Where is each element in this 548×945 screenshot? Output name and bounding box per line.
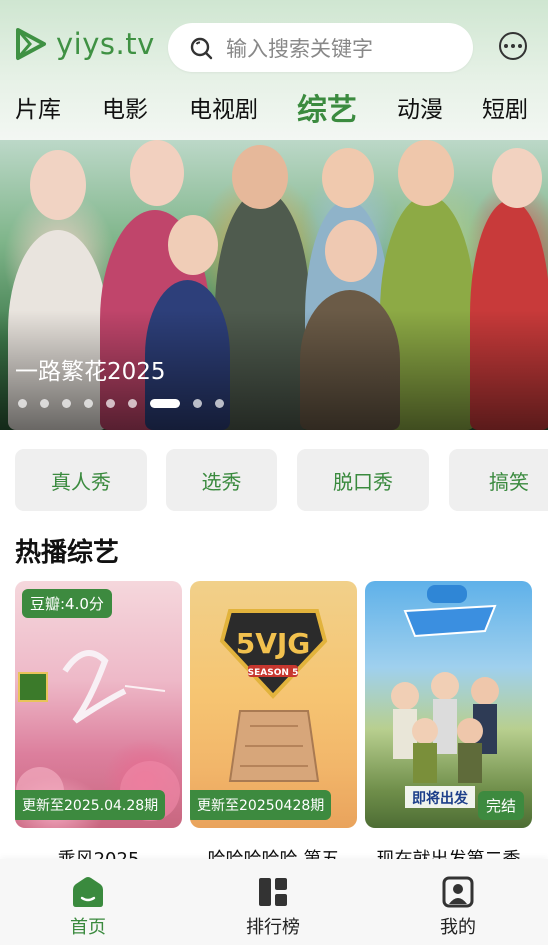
more-options-icon[interactable] [499,32,527,60]
carousel-dot[interactable] [106,399,115,408]
search-placeholder: 输入搜索关键字 [226,36,373,61]
show-card[interactable]: 5VJG SEASON 5 更新至20250428期 哈哈哈哈哈 第五 [190,581,357,870]
app-header: yiys.tv 输入搜索关键字 片库 电影 电视剧 综艺 动漫 短剧 [0,0,548,140]
svg-text:即将出发: 即将出发 [412,790,469,807]
nav-ranking[interactable]: 排行榜 [223,875,323,939]
update-status-badge: 更新至20250428期 [190,790,332,820]
show-card[interactable]: 即将出发 完结 现在就出发第二季 [365,581,532,870]
chip-comedy[interactable]: 搞笑 [449,449,548,511]
tab-variety[interactable]: 综艺 [297,85,357,129]
carousel-dot[interactable] [215,399,224,408]
nav-ranking-label: 排行榜 [246,917,300,938]
nav-profile[interactable]: 我的 [408,875,508,939]
completed-badge: 完结 [477,791,524,820]
tab-short-drama[interactable]: 短剧 [482,90,528,124]
svg-text:SEASON 5: SEASON 5 [248,668,299,678]
svg-text:5VJG: 5VJG [236,627,311,660]
rating-badge: 豆瓣:4.0分 [22,589,112,618]
nav-home[interactable]: 首页 [38,875,138,939]
tab-library[interactable]: 片库 [15,90,61,124]
carousel-indicator [18,399,224,408]
category-tabs: 片库 电影 电视剧 综艺 动漫 短剧 [0,90,548,132]
logo-text: yiys.tv [56,27,155,61]
logo[interactable]: yiys.tv [12,26,155,62]
carousel-dot[interactable] [18,399,27,408]
update-status-badge: 更新至2025.04.28期 [15,790,166,820]
banner-title: 一路繁花2025 [15,359,166,385]
carousel-dot-active[interactable] [150,399,180,408]
carousel-dot[interactable] [62,399,71,408]
poster-image: 豆瓣:4.0分 更新至2025.04.28期 [15,581,182,828]
poster-image: 5VJG SEASON 5 更新至20250428期 [190,581,357,828]
nav-profile-label: 我的 [440,917,476,938]
home-icon [73,877,103,907]
play-logo-icon [16,28,46,60]
tab-tv-series[interactable]: 电视剧 [189,90,258,124]
hero-banner[interactable]: 一路繁花2025 [0,140,548,430]
genre-chips: 真人秀 选秀 脱口秀 搞笑 [0,449,548,511]
chip-reality-show[interactable]: 真人秀 [15,449,147,511]
carousel-dot[interactable] [84,399,93,408]
carousel-dot[interactable] [128,399,137,408]
show-card[interactable]: 豆瓣:4.0分 更新至2025.04.28期 乘风2025 [15,581,182,870]
ranking-icon [259,878,287,906]
carousel-dot[interactable] [40,399,49,408]
section-title: 热播综艺 [15,538,120,568]
tab-movies[interactable]: 电影 [102,90,148,124]
profile-icon [442,876,474,908]
tab-anime[interactable]: 动漫 [397,90,443,124]
poster-image: 即将出发 完结 [365,581,532,828]
chip-talent-show[interactable]: 选秀 [166,449,277,511]
search-input[interactable]: 输入搜索关键字 [168,23,473,72]
chip-talk-show[interactable]: 脱口秀 [297,449,429,511]
bottom-navigation: 首页 排行榜 我的 [0,859,548,945]
nav-home-label: 首页 [70,917,106,938]
carousel-dot[interactable] [193,399,202,408]
search-icon [190,37,213,59]
